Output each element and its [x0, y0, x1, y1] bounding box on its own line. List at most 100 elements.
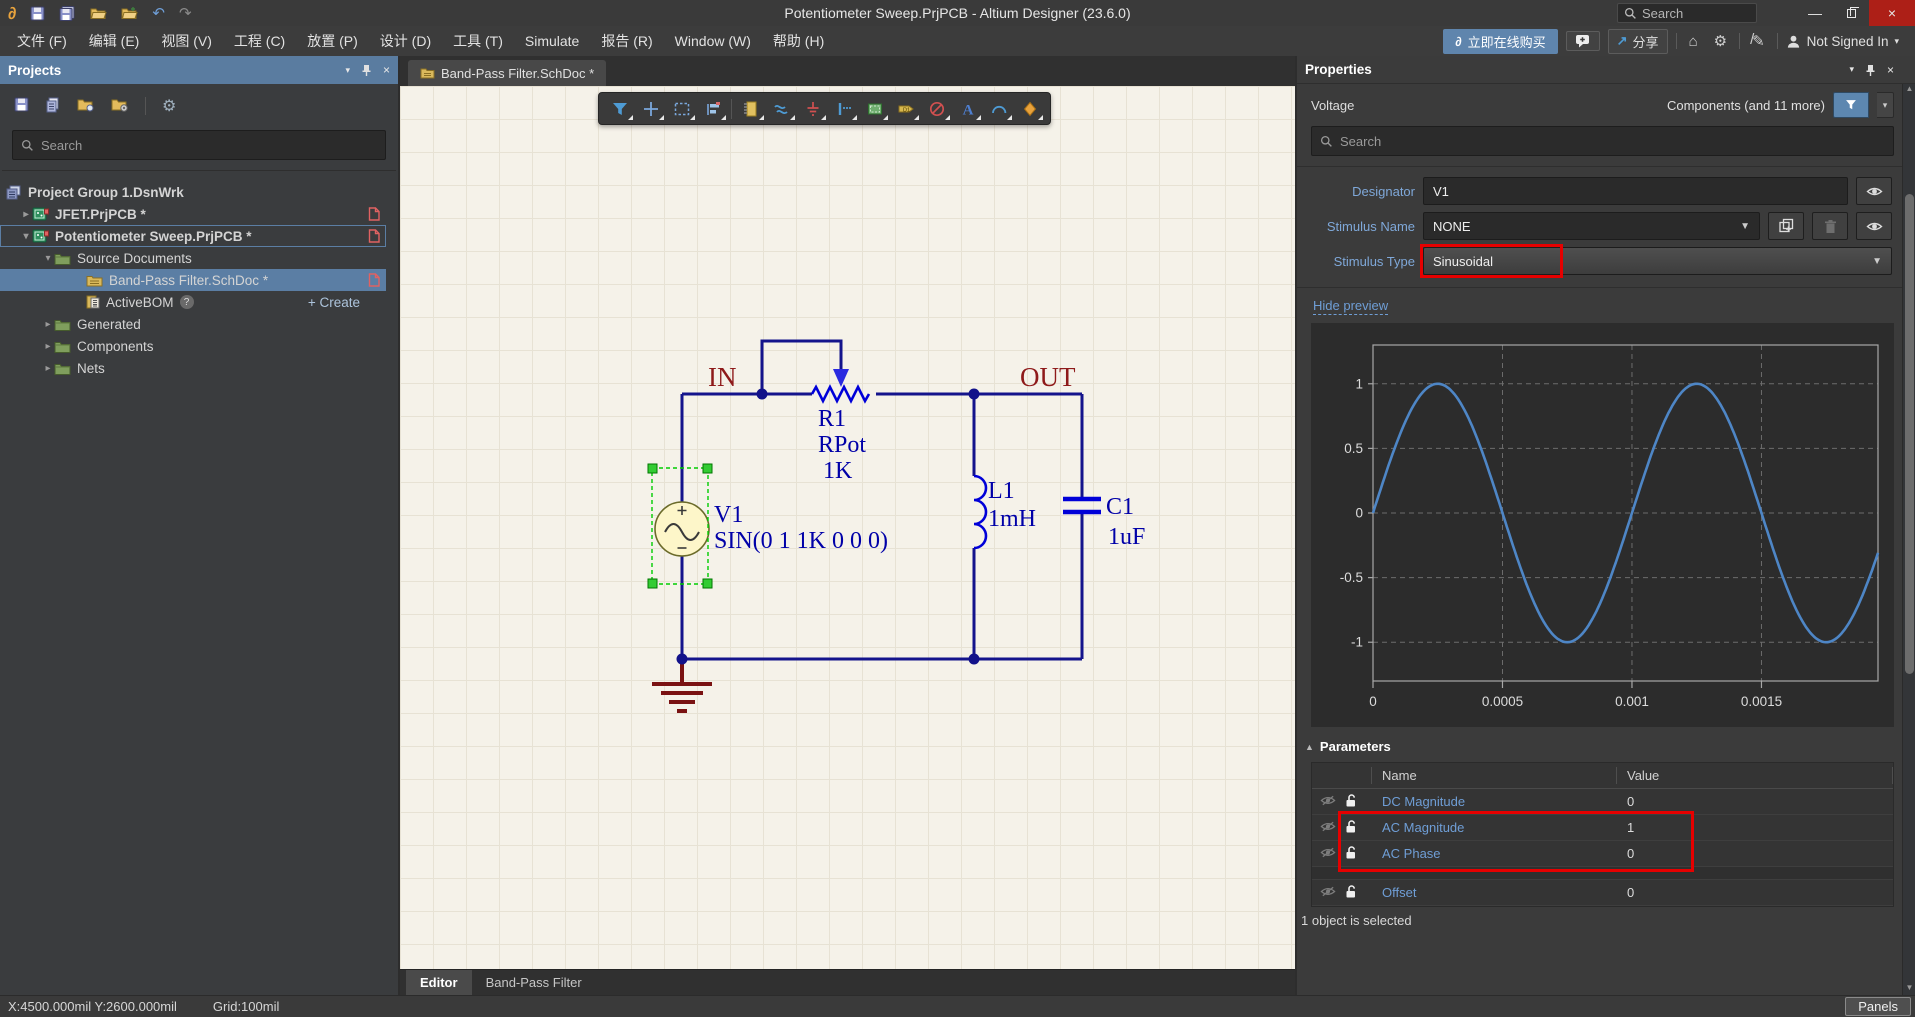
create-bom-link[interactable]: + Create	[308, 295, 360, 310]
tree-item-source-documents[interactable]: ▾Source Documents	[0, 247, 386, 269]
align-tool-icon[interactable]	[697, 95, 728, 122]
panel-menu-icon[interactable]: ▾	[1849, 64, 1854, 75]
save-icon[interactable]	[30, 6, 45, 21]
port-tool-icon[interactable]: D1	[890, 95, 921, 122]
open-project-icon[interactable]	[121, 6, 138, 20]
stimulus-name-select[interactable]: NONE▼	[1423, 212, 1760, 240]
add-stimulus-button[interactable]	[1768, 212, 1804, 240]
net-label-out[interactable]: OUT	[1020, 362, 1076, 392]
cross-cursor-tool-icon[interactable]	[635, 95, 666, 122]
panel-menu-icon[interactable]: ▾	[345, 65, 350, 76]
parameter-row-offset[interactable]: Offset0	[1312, 880, 1893, 906]
stimulus-visibility-button[interactable]	[1856, 212, 1892, 240]
scroll-down-icon[interactable]: ▼	[1903, 983, 1915, 995]
resistor-r1[interactable]	[812, 387, 869, 401]
restore-button[interactable]	[1833, 0, 1869, 26]
capacitor-c1[interactable]	[1063, 499, 1101, 512]
expander-icon[interactable]: ▸	[42, 319, 54, 330]
v1-value[interactable]: SIN(0 1 1K 0 0 0)	[714, 528, 888, 554]
c1-value[interactable]: 1uF	[1108, 524, 1145, 550]
settings-gear-icon[interactable]: ⚙	[1710, 32, 1731, 50]
inductor-l1[interactable]	[974, 476, 986, 548]
r1-designator[interactable]: R1	[818, 406, 846, 432]
selection-rect-tool-icon[interactable]	[666, 95, 697, 122]
tree-item-nets[interactable]: ▸Nets	[0, 357, 386, 379]
expander-icon[interactable]: ▾	[42, 253, 54, 264]
r1-value[interactable]: 1K	[823, 458, 853, 484]
undo-icon[interactable]: ↶	[152, 4, 165, 22]
menu-item-8[interactable]: 报告 (R)	[590, 27, 663, 55]
c1-designator[interactable]: C1	[1106, 494, 1134, 520]
global-search-input[interactable]: Search	[1617, 3, 1757, 23]
parameter-value[interactable]: 0	[1617, 885, 1893, 900]
parameter-value[interactable]: 1	[1617, 820, 1893, 835]
sheet-symbol-tool-icon[interactable]	[859, 95, 890, 122]
expander-icon[interactable]: ▸	[20, 209, 32, 220]
projects-settings-gear-icon[interactable]: ⚙	[162, 96, 176, 116]
net-label-in[interactable]: IN	[708, 362, 737, 392]
explore-folder-icon[interactable]	[77, 97, 95, 115]
unlock-icon[interactable]	[1344, 793, 1357, 811]
v1-designator[interactable]: V1	[714, 502, 743, 528]
compile-icon[interactable]	[45, 97, 61, 116]
unlock-icon[interactable]	[1344, 884, 1357, 902]
hide-preview-link[interactable]: Hide preview	[1313, 298, 1388, 315]
parameter-value[interactable]: 0	[1617, 846, 1893, 861]
expander-icon[interactable]: ▾	[20, 231, 32, 242]
properties-search-input[interactable]: Search	[1311, 126, 1894, 156]
feedback-button[interactable]	[1566, 31, 1600, 51]
minimize-button[interactable]: ―	[1797, 0, 1833, 26]
save-all-icon[interactable]	[59, 6, 76, 21]
properties-scrollbar[interactable]: ▲ ▼	[1902, 84, 1915, 995]
share-button[interactable]: ↗分享	[1608, 29, 1668, 54]
projects-search-input[interactable]: Search	[12, 130, 386, 160]
scroll-up-icon[interactable]: ▲	[1903, 84, 1915, 96]
unlock-icon[interactable]	[1344, 845, 1357, 863]
menu-item-10[interactable]: 帮助 (H)	[762, 27, 835, 55]
document-tab[interactable]: Band-Pass Filter.SchDoc *	[408, 60, 606, 86]
tree-item-generated[interactable]: ▸Generated	[0, 313, 386, 335]
eye-off-icon[interactable]	[1320, 885, 1336, 901]
menu-item-2[interactable]: 视图 (V)	[150, 27, 223, 55]
ground-symbol[interactable]	[652, 659, 712, 711]
l1-value[interactable]: 1mH	[988, 506, 1036, 532]
eye-off-icon[interactable]	[1320, 794, 1336, 810]
arc-tool-icon[interactable]	[983, 95, 1014, 122]
unlock-icon[interactable]	[1344, 819, 1357, 837]
tree-item-band-pass-filter-schdoc[interactable]: Band-Pass Filter.SchDoc *	[0, 269, 386, 291]
delete-stimulus-button[interactable]	[1812, 212, 1848, 240]
parameter-value[interactable]: 0	[1617, 794, 1893, 809]
panels-button[interactable]: Panels	[1845, 997, 1911, 1016]
designator-input[interactable]: V1	[1423, 177, 1848, 205]
menu-item-5[interactable]: 设计 (D)	[369, 27, 442, 55]
part-tool-icon[interactable]	[735, 95, 766, 122]
object-filter-button[interactable]	[1833, 92, 1869, 118]
l1-designator[interactable]: L1	[988, 478, 1015, 504]
filter-dropdown-button[interactable]: ▾	[1877, 92, 1894, 118]
sign-in-menu[interactable]: Not Signed In▾	[1786, 34, 1899, 49]
parameter-row-ac-magnitude[interactable]: AC Magnitude1	[1312, 815, 1893, 841]
designator-visibility-button[interactable]	[1856, 177, 1892, 205]
open-icon[interactable]	[90, 6, 107, 20]
menu-item-6[interactable]: 工具 (T)	[442, 27, 514, 55]
tree-item-project-group-1-dsnwrk[interactable]: Project Group 1.DsnWrk	[0, 181, 386, 203]
parameter-row-dc-magnitude[interactable]: DC Magnitude0	[1312, 789, 1893, 815]
menu-item-0[interactable]: 文件 (F)	[6, 27, 78, 55]
tree-item-jfet-prjpcb[interactable]: ▸JFET.PrjPCB *	[0, 203, 386, 225]
menu-item-1[interactable]: 编辑 (E)	[78, 27, 151, 55]
voltage-source-v1[interactable]	[655, 502, 709, 556]
no-erc-tool-icon[interactable]	[921, 95, 952, 122]
menu-item-3[interactable]: 工程 (C)	[223, 27, 296, 55]
parameter-row-ac-phase[interactable]: AC Phase0	[1312, 841, 1893, 867]
filter-tool-icon[interactable]	[604, 95, 635, 122]
menu-item-9[interactable]: Window (W)	[664, 29, 762, 53]
wire-tool-icon[interactable]	[766, 95, 797, 122]
scrollbar-thumb[interactable]	[1905, 194, 1914, 674]
close-panel-icon[interactable]: ×	[1887, 63, 1894, 77]
tree-item-activebom[interactable]: ActiveBOM?+ Create	[0, 291, 386, 313]
no-edit-icon[interactable]: ✎/	[1748, 32, 1769, 50]
expander-icon[interactable]: ▸	[42, 363, 54, 374]
view-tab-editor[interactable]: Editor	[406, 970, 472, 995]
text-tool-icon[interactable]: A	[952, 95, 983, 122]
schematic-canvas[interactable]: D1 A	[400, 86, 1295, 969]
